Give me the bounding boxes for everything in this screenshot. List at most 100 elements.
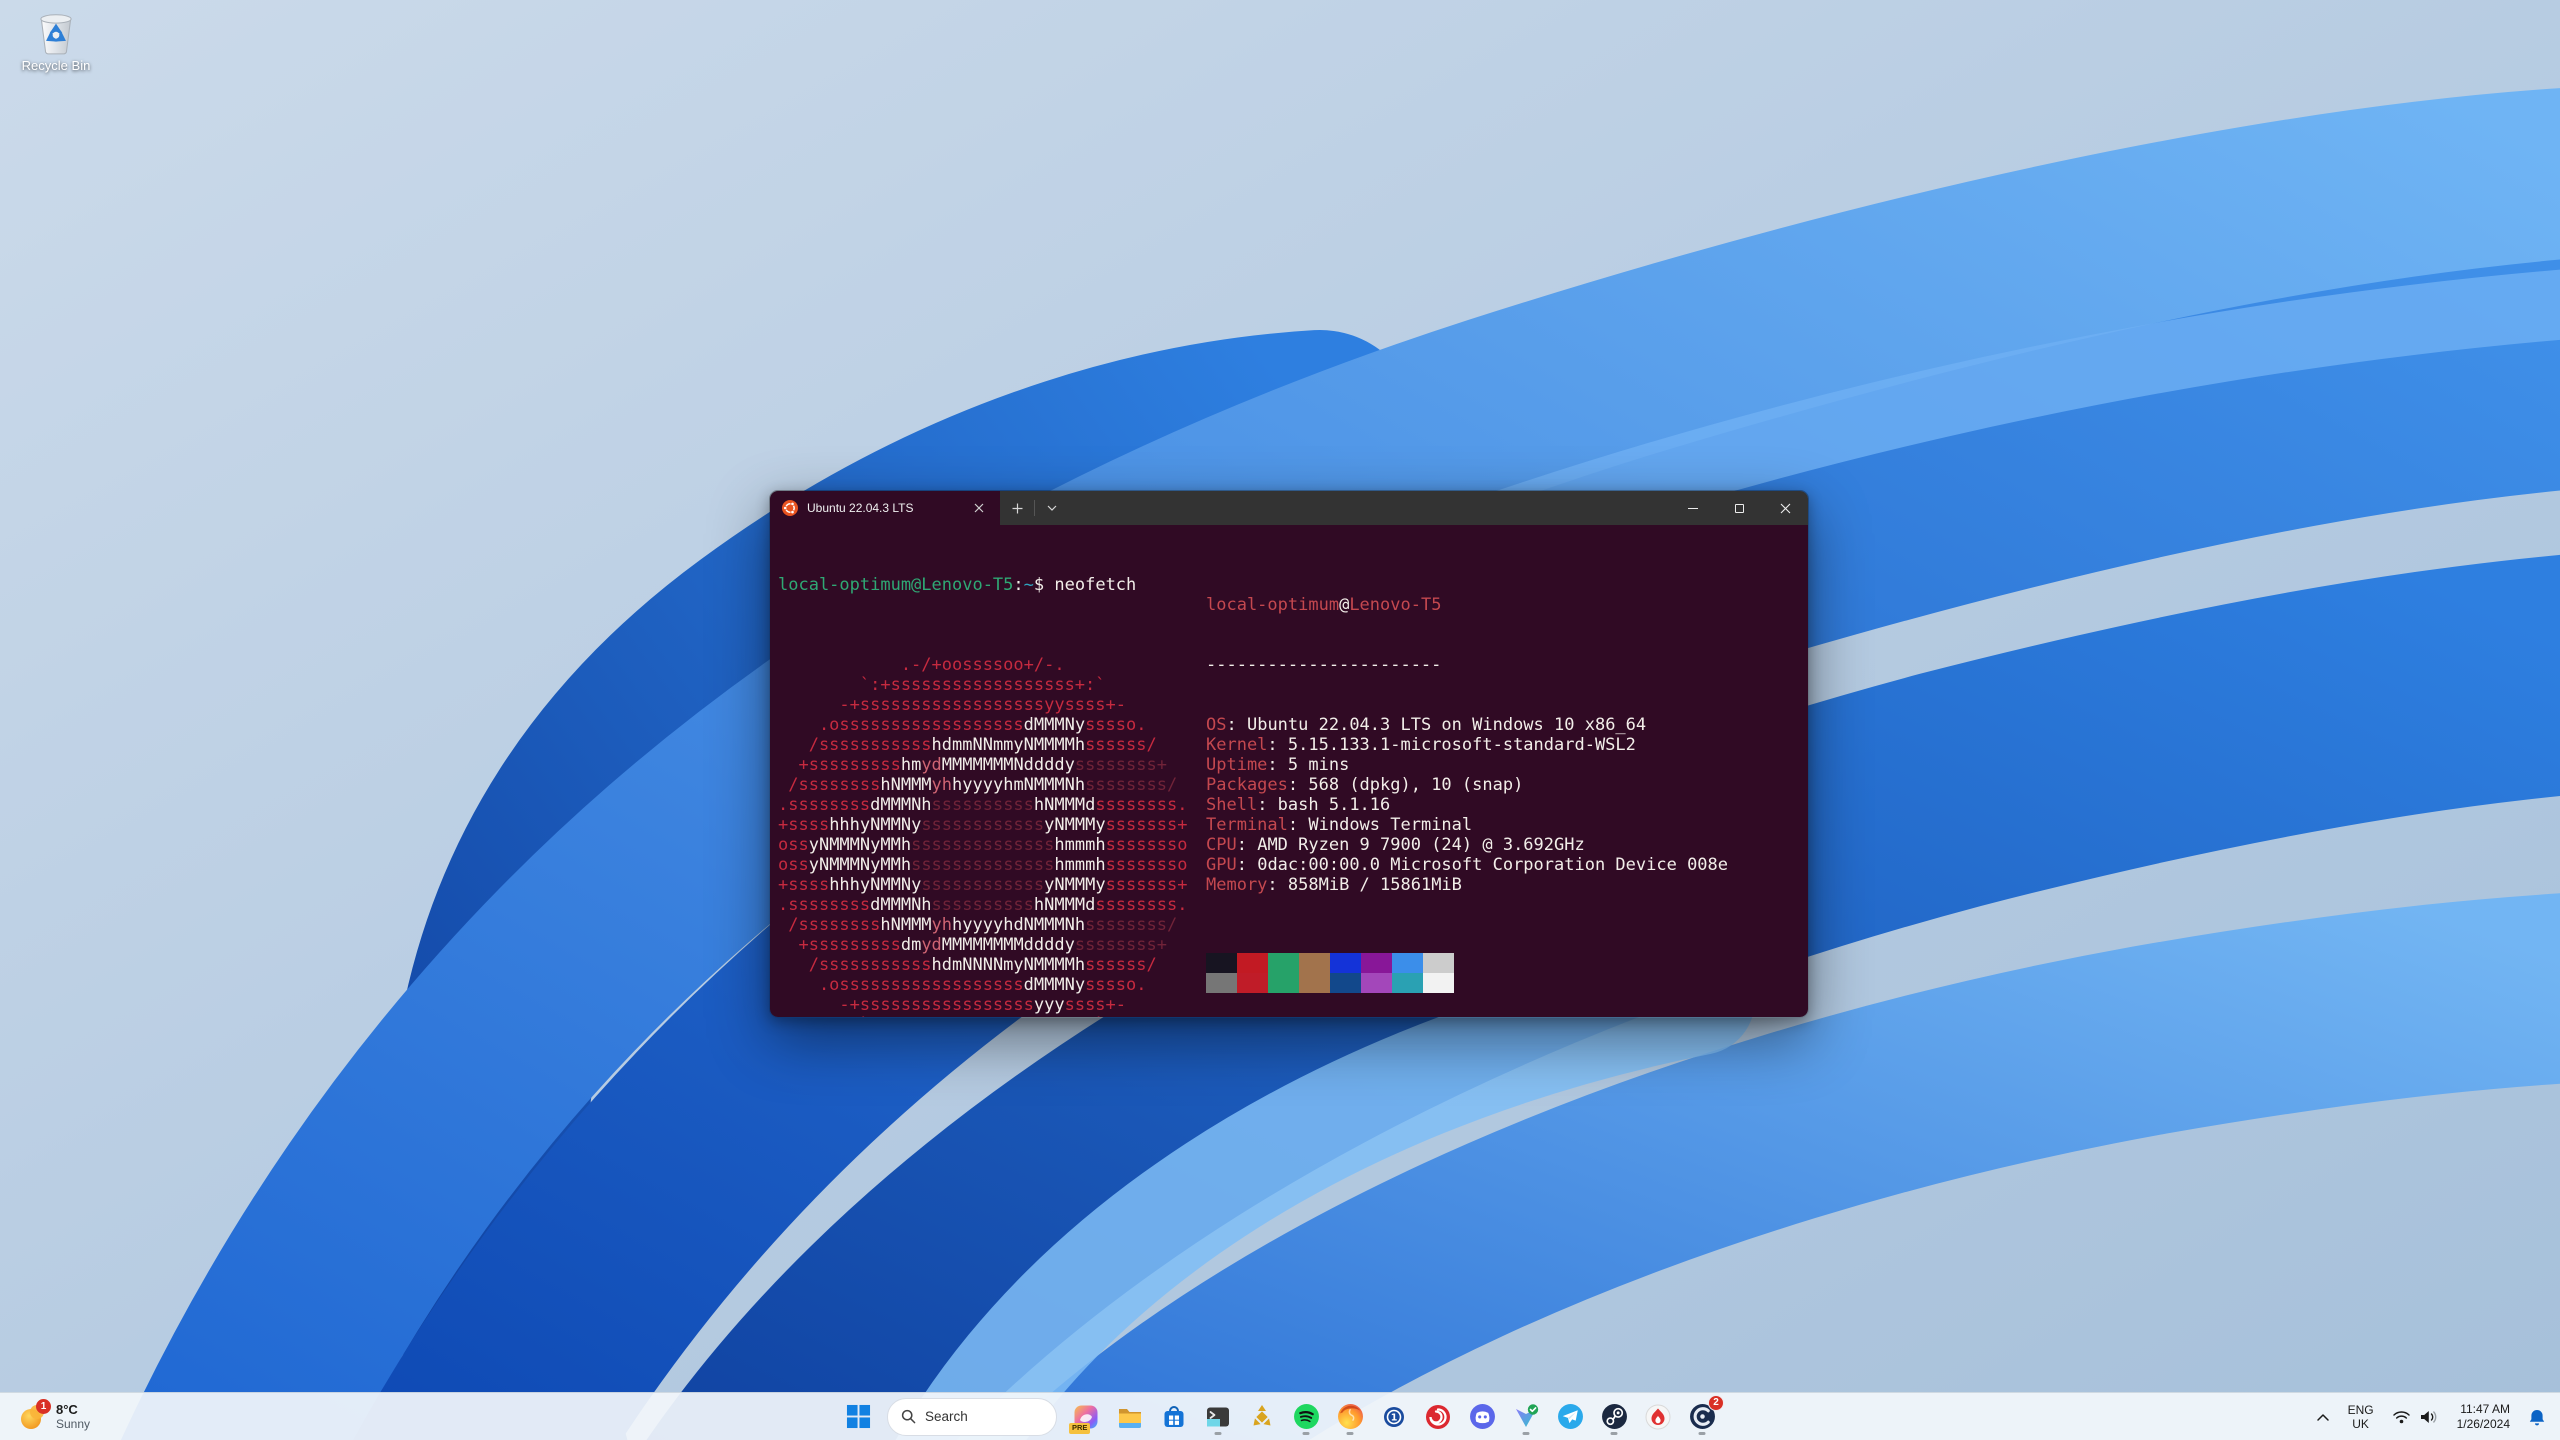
neofetch-underline: ----------------------- [1206,655,1442,675]
start-button[interactable] [838,1397,878,1437]
neofetch-title: local-optimum@Lenovo-T5 [1206,595,1442,615]
minimize-button[interactable] [1670,491,1716,525]
search-box[interactable]: Search [887,1397,1057,1436]
taskbar-icon-gauge-badge-app[interactable]: 2 [1682,1394,1724,1437]
recycle-bin-icon[interactable]: Recycle Bin [14,8,98,73]
close-icon [1780,503,1790,513]
terminal-tab[interactable]: Ubuntu 22.04.3 LTS [770,491,1000,525]
language-indicator[interactable]: ENG UK [2342,1397,2380,1437]
taskbar-icon-file-explorer[interactable] [1110,1397,1150,1437]
minimize-icon [1688,507,1698,509]
wifi-icon [2392,1411,2410,1424]
recycle-bin-glyph [40,14,72,55]
taskbar-icon-flame-app[interactable] [1638,1397,1678,1437]
tray-overflow-button[interactable] [2310,1397,2336,1437]
palette-swatch [1423,973,1454,993]
flame-icon [1645,1404,1671,1429]
taskbar-icon-windows-terminal[interactable] [1198,1397,1238,1437]
notification-count-badge: 2 [1708,1394,1724,1411]
neofetch-info-row: GPU: 0dac:00:00.0 Microsoft Corporation … [1206,855,1729,875]
notification-center-button[interactable] [2522,1397,2552,1437]
neofetch-info-rows: OS: Ubuntu 22.04.3 LTS on Windows 10 x86… [1206,715,1728,895]
running-indicator [1214,1431,1222,1435]
palette-swatch [1299,953,1330,973]
palette-row-bright [1206,973,1728,993]
palette-row-normal [1206,953,1728,973]
store-bag-icon [1164,1405,1184,1427]
terminal-icon [1207,1407,1229,1426]
gold-arrows-icon [1253,1404,1271,1425]
neofetch-info-row: CPU: AMD Ryzen 9 7900 (24) @ 3.692GHz [1206,835,1585,855]
palette-swatch [1330,953,1361,973]
taskbar-icon-discord[interactable] [1462,1397,1502,1437]
red-swirl-icon [1426,1404,1450,1429]
clock[interactable]: 11:47 AM 1/26/2024 [2451,1397,2516,1437]
taskbar: 1 8°C Sunny Search PRE 1 2 ENG UK 11:47 … [0,1392,2560,1440]
new-tab-button[interactable] [1000,491,1034,525]
taskbar-icon-proton-vpn[interactable] [1506,1397,1546,1437]
running-indicator [1346,1431,1354,1435]
svg-text:1: 1 [1391,1412,1398,1423]
weather-alert-badge: 1 [36,1399,51,1414]
taskbar-icon-copilot[interactable]: PRE [1066,1397,1106,1437]
taskbar-icon-spotify[interactable] [1286,1397,1326,1437]
plus-icon [1012,503,1022,513]
palette-swatch [1268,953,1299,973]
desktop: Recycle Bin Ubuntu 22.04.3 LTS local-opt… [0,0,2560,1440]
folder-icon [1119,1408,1141,1428]
firefox-icon [1337,1404,1363,1429]
discord-icon [1469,1404,1495,1429]
1password-icon: 1 [1382,1404,1406,1429]
neofetch-info-row: Terminal: Windows Terminal [1206,815,1473,835]
neofetch-info-row: OS: Ubuntu 22.04.3 LTS on Windows 10 x86… [1206,715,1647,735]
palette-swatch [1423,953,1454,973]
tab-title: Ubuntu 22.04.3 LTS [807,501,914,515]
system-tray: ENG UK 11:47 AM 1/26/2024 [2310,1393,2552,1440]
taskbar-icon-steam[interactable] [1594,1397,1634,1437]
palette-swatch [1206,973,1237,993]
weather-widget[interactable]: 1 8°C Sunny [10,1393,98,1440]
telegram-icon [1557,1404,1583,1429]
taskbar-icon-microsoft-store[interactable] [1154,1397,1194,1437]
palette-swatch [1237,973,1268,993]
taskbar-icon-red-swirl-app[interactable] [1418,1397,1458,1437]
palette-swatch [1206,953,1237,973]
weather-temperature: 8°C [56,1401,78,1417]
network-volume-button[interactable] [2386,1397,2445,1437]
terminal-content[interactable]: local-optimum@Lenovo-T5:~$ neofetch .-/+… [770,525,1808,1017]
palette-swatch [1268,973,1299,993]
tab-close-button[interactable] [968,497,990,519]
running-indicator [1522,1431,1530,1435]
taskbar-icon-1password[interactable]: 1 [1374,1397,1414,1437]
chevron-up-icon [2316,1413,2329,1421]
windows-logo-icon [846,1404,870,1429]
running-indicator [1302,1431,1310,1435]
steam-icon [1601,1404,1627,1429]
taskbar-icon-firefox[interactable] [1330,1397,1370,1437]
running-indicator [1610,1431,1618,1435]
ubuntu-logo-icon [782,500,798,516]
maximize-button[interactable] [1716,491,1762,525]
taskbar-center: Search PRE 1 2 [838,1393,1724,1440]
palette-swatch [1392,953,1423,973]
terminal-color-palette [1206,953,1728,993]
language-code: ENG [2347,1402,2374,1417]
palette-swatch [1299,973,1330,993]
taskbar-icon-telegram[interactable] [1550,1397,1590,1437]
palette-swatch [1361,973,1392,993]
weather-condition: Sunny [56,1416,91,1431]
palette-swatch [1330,973,1361,993]
neofetch-info-row: Memory: 858MiB / 15861MiB [1206,875,1462,895]
neofetch-info-row: Shell: bash 5.1.16 [1206,795,1391,815]
search-placeholder: Search [925,1409,968,1424]
taskbar-icon-gold-arrows-app[interactable] [1242,1397,1282,1437]
chevron-down-icon [1047,505,1057,511]
neofetch-info: local-optimum@Lenovo-T5 ----------------… [1206,555,1728,1017]
close-window-button[interactable] [1762,491,1808,525]
tab-dropdown-button[interactable] [1035,491,1069,525]
tray-time: 11:47 AM [2460,1402,2510,1416]
titlebar-drag-region[interactable] [1069,491,1670,525]
neofetch-info-row: Packages: 568 (dpkg), 10 (snap) [1206,775,1524,795]
weather-sun-icon: 1 [18,1399,51,1432]
proton-vpn-icon [1516,1403,1539,1427]
